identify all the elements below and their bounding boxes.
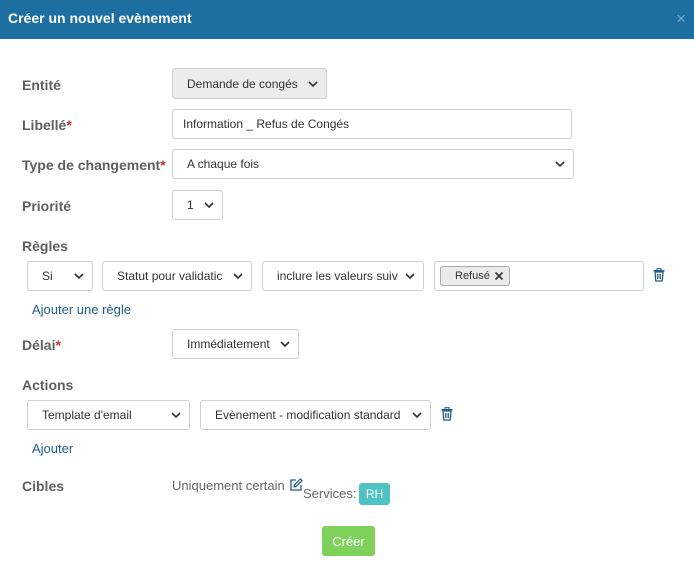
change-type-label: Type de changement*: [22, 157, 166, 173]
action-type-select[interactable]: Template d'email: [27, 400, 190, 430]
required-mark: *: [160, 157, 166, 173]
entity-select-value: Demande de congés: [187, 76, 298, 91]
rule-value-tag-label: Refusé: [455, 270, 490, 282]
actions-label: Actions: [22, 377, 74, 393]
chevron-down-icon: [412, 412, 422, 419]
services-label: Services:: [303, 486, 357, 501]
action-template-select[interactable]: Evènement - modification standard: [200, 400, 431, 430]
delete-rule-icon[interactable]: [653, 268, 665, 282]
priority-select[interactable]: 1: [172, 190, 223, 220]
change-type-select[interactable]: A chaque fois: [172, 149, 574, 179]
required-mark: *: [66, 117, 72, 133]
delay-select[interactable]: Immédiatement: [172, 329, 299, 359]
required-mark: *: [55, 337, 61, 353]
add-action-link[interactable]: Ajouter: [32, 441, 73, 456]
libelle-input-value: Information _ Refus de Congés: [183, 117, 350, 131]
action-type-value: Template d'email: [42, 408, 132, 422]
rule-condition-select[interactable]: Si: [27, 261, 93, 291]
priority-select-value: 1: [187, 198, 194, 212]
entity-select[interactable]: Demande de congés: [172, 68, 327, 99]
delete-action-icon[interactable]: [441, 407, 453, 421]
libelle-label: Libellé*: [22, 117, 72, 133]
chevron-down-icon: [204, 202, 214, 209]
rule-values-multiselect[interactable]: Refusé: [434, 261, 644, 291]
close-icon[interactable]: ×: [676, 10, 686, 27]
targets-label: Cibles: [22, 478, 65, 494]
delay-label: Délai*: [22, 337, 61, 353]
create-button[interactable]: Créer: [322, 526, 375, 556]
rule-field-value: Statut pour validatic: [117, 269, 223, 283]
remove-tag-icon[interactable]: [494, 271, 504, 281]
chevron-down-icon: [233, 273, 243, 280]
modal-title: Créer un nouvel evènement: [8, 10, 192, 26]
action-template-value: Evènement - modification standard: [215, 408, 401, 422]
change-type-select-value: A chaque fois: [187, 157, 260, 171]
chevron-down-icon: [405, 273, 415, 280]
entity-label: Entité: [22, 77, 61, 93]
targets-mode: Uniquement certain: [172, 478, 285, 493]
chevron-down-icon: [171, 412, 181, 419]
modal-header: Créer un nouvel evènement ×: [0, 0, 694, 39]
add-rule-link[interactable]: Ajouter une règle: [32, 302, 131, 317]
chevron-down-icon: [280, 341, 290, 348]
change-type-label-text: Type de changement: [22, 157, 161, 173]
edit-icon[interactable]: [289, 478, 303, 492]
rules-label: Règles: [22, 238, 68, 254]
rule-value-tag: Refusé: [440, 266, 510, 286]
priority-label: Priorité: [22, 198, 72, 214]
rule-operator-value: inclure les valeurs suiv: [277, 269, 398, 283]
chevron-down-icon: [74, 273, 84, 280]
service-badge: RH: [359, 483, 390, 505]
libelle-input[interactable]: Information _ Refus de Congés: [172, 109, 572, 139]
rule-condition-value: Si: [42, 269, 53, 283]
rule-operator-select[interactable]: inclure les valeurs suiv: [262, 261, 424, 291]
rule-field-select[interactable]: Statut pour validatic: [102, 261, 252, 291]
chevron-down-icon: [308, 80, 318, 87]
chevron-down-icon: [555, 161, 565, 168]
delay-label-text: Délai: [22, 337, 56, 353]
delay-select-value: Immédiatement: [187, 337, 270, 351]
libelle-label-text: Libellé: [22, 117, 67, 133]
